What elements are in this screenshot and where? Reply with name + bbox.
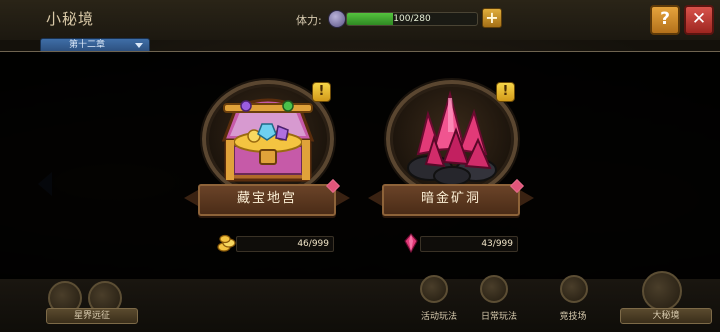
crystal-ore-icon bbox=[407, 90, 497, 186]
ticket-counter: 46/999 bbox=[216, 233, 334, 253]
dungeon-name: 暗金矿洞 bbox=[420, 191, 481, 206]
big-realm-button[interactable]: 大秘境 bbox=[620, 308, 712, 324]
realm-select-modal bbox=[0, 51, 720, 280]
ticket-count: 46/999 bbox=[297, 239, 329, 249]
stamina-bar: 100/280 bbox=[346, 12, 478, 26]
alert-badge: ! bbox=[312, 82, 331, 102]
daily-button[interactable]: 日常玩法 bbox=[472, 310, 526, 324]
help-button[interactable]: ? bbox=[650, 5, 680, 35]
star-expedition-button[interactable]: 星界远征 bbox=[46, 308, 138, 324]
stamina-value: 100/280 bbox=[393, 14, 431, 24]
dungeon-card-mine[interactable]: ! 暗金矿洞 43/999 bbox=[382, 80, 525, 256]
arena-button[interactable]: 竞技场 bbox=[548, 310, 598, 324]
arena-icon bbox=[560, 275, 588, 303]
treasure-chest-icon bbox=[221, 98, 315, 182]
counter-bar: 43/999 bbox=[420, 236, 518, 252]
ticket-counter: 43/999 bbox=[400, 233, 518, 253]
top-bar: 小秘境 体力: 100/280 + ? ✕ bbox=[0, 0, 720, 40]
gold-coins-icon bbox=[217, 234, 236, 252]
stamina-label: 体力: bbox=[296, 14, 322, 27]
big-realm-icon bbox=[642, 271, 682, 311]
daily-icon bbox=[480, 275, 508, 303]
close-button[interactable]: ✕ bbox=[684, 5, 714, 35]
alert-badge: ! bbox=[496, 82, 515, 102]
pink-crystal-icon bbox=[404, 233, 418, 253]
dungeon-name-banner[interactable]: 藏宝地宫 bbox=[198, 178, 341, 216]
dungeon-card-treasure[interactable]: ! 藏宝地宫 46/999 bbox=[198, 80, 341, 256]
bottom-bar: 星界远征 活动玩法 日常玩法 竞技场 大秘境 bbox=[0, 271, 720, 332]
stamina-orb-icon bbox=[328, 10, 346, 28]
activity-button[interactable]: 活动玩法 bbox=[412, 310, 466, 324]
activity-icon bbox=[420, 275, 448, 303]
add-stamina-button[interactable]: + bbox=[482, 8, 502, 28]
counter-bar: 46/999 bbox=[236, 236, 334, 252]
ticket-count: 43/999 bbox=[481, 239, 513, 249]
dungeon-name: 藏宝地宫 bbox=[236, 191, 297, 206]
page-title: 小秘境 bbox=[46, 10, 95, 28]
dungeon-name-banner[interactable]: 暗金矿洞 bbox=[382, 178, 525, 216]
